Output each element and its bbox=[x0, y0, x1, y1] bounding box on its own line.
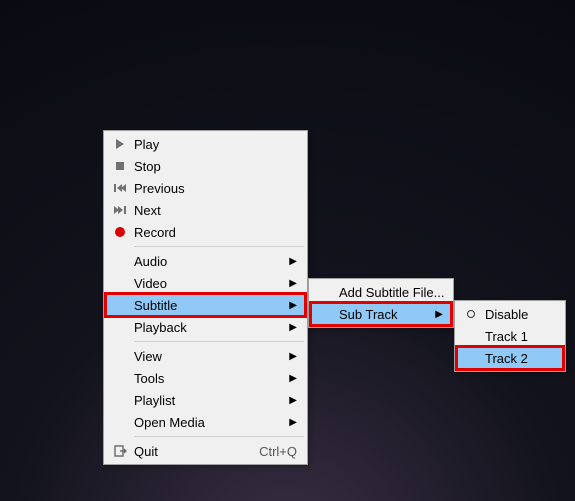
menu-item-quit[interactable]: Quit Ctrl+Q bbox=[106, 440, 305, 462]
menu-item-label: Track 2 bbox=[485, 351, 555, 366]
submenu-arrow-icon: ▶ bbox=[287, 256, 297, 267]
menu-item-audio[interactable]: Audio ▶ bbox=[106, 250, 305, 272]
submenu-arrow-icon: ▶ bbox=[287, 417, 297, 428]
menu-item-tools[interactable]: Tools ▶ bbox=[106, 367, 305, 389]
menu-item-shortcut: Ctrl+Q bbox=[243, 444, 297, 459]
menu-item-label: Play bbox=[134, 137, 297, 152]
menu-item-label: Add Subtitle File... bbox=[339, 285, 469, 300]
menu-item-record[interactable]: Record bbox=[106, 221, 305, 243]
subtitle-submenu: Add Subtitle File... Sub Track ▶ bbox=[308, 278, 454, 328]
submenu-arrow-icon: ▶ bbox=[433, 309, 443, 320]
menu-item-view[interactable]: View ▶ bbox=[106, 345, 305, 367]
menu-item-track-1[interactable]: Track 1 bbox=[457, 325, 563, 347]
menu-item-label: Subtitle bbox=[134, 298, 287, 313]
menu-separator bbox=[134, 436, 304, 437]
menu-item-playback[interactable]: Playback ▶ bbox=[106, 316, 305, 338]
menu-separator bbox=[134, 246, 304, 247]
menu-item-label: Disable bbox=[485, 307, 555, 322]
menu-item-playlist[interactable]: Playlist ▶ bbox=[106, 389, 305, 411]
menu-item-label: Record bbox=[134, 225, 297, 240]
submenu-arrow-icon: ▶ bbox=[287, 322, 297, 333]
next-icon bbox=[106, 203, 134, 217]
menu-item-label: Next bbox=[134, 203, 297, 218]
submenu-arrow-icon: ▶ bbox=[287, 395, 297, 406]
menu-item-stop[interactable]: Stop bbox=[106, 155, 305, 177]
submenu-arrow-icon: ▶ bbox=[287, 278, 297, 289]
menu-item-video[interactable]: Video ▶ bbox=[106, 272, 305, 294]
quit-icon bbox=[106, 444, 134, 458]
menu-item-label: Tools bbox=[134, 371, 287, 386]
menu-item-next[interactable]: Next bbox=[106, 199, 305, 221]
submenu-arrow-icon: ▶ bbox=[287, 351, 297, 362]
menu-item-label: Open Media bbox=[134, 415, 287, 430]
menu-item-play[interactable]: Play bbox=[106, 133, 305, 155]
menu-item-label: Sub Track bbox=[339, 307, 433, 322]
record-icon bbox=[106, 225, 134, 239]
menu-item-sub-track[interactable]: Sub Track ▶ bbox=[311, 303, 451, 325]
menu-item-label: Video bbox=[134, 276, 287, 291]
play-icon bbox=[106, 137, 134, 151]
context-menu: Play Stop Previous Next Record bbox=[103, 130, 308, 465]
submenu-arrow-icon: ▶ bbox=[287, 300, 297, 311]
submenu-arrow-icon: ▶ bbox=[287, 373, 297, 384]
previous-icon bbox=[106, 181, 134, 195]
menu-item-label: Quit bbox=[134, 444, 243, 459]
menu-item-label: Stop bbox=[134, 159, 297, 174]
menu-item-add-subtitle-file[interactable]: Add Subtitle File... bbox=[311, 281, 451, 303]
menu-item-previous[interactable]: Previous bbox=[106, 177, 305, 199]
radio-icon bbox=[457, 310, 485, 318]
menu-item-track-2[interactable]: Track 2 bbox=[457, 347, 563, 369]
stop-icon bbox=[106, 159, 134, 173]
menu-item-label: Playback bbox=[134, 320, 287, 335]
menu-item-label: Playlist bbox=[134, 393, 287, 408]
menu-item-label: View bbox=[134, 349, 287, 364]
sub-track-submenu: Disable Track 1 Track 2 bbox=[454, 300, 566, 372]
menu-item-label: Previous bbox=[134, 181, 297, 196]
menu-item-disable[interactable]: Disable bbox=[457, 303, 563, 325]
menu-item-subtitle[interactable]: Subtitle ▶ bbox=[106, 294, 305, 316]
menu-item-label: Track 1 bbox=[485, 329, 555, 344]
menu-separator bbox=[134, 341, 304, 342]
menu-item-open-media[interactable]: Open Media ▶ bbox=[106, 411, 305, 433]
menu-item-label: Audio bbox=[134, 254, 287, 269]
